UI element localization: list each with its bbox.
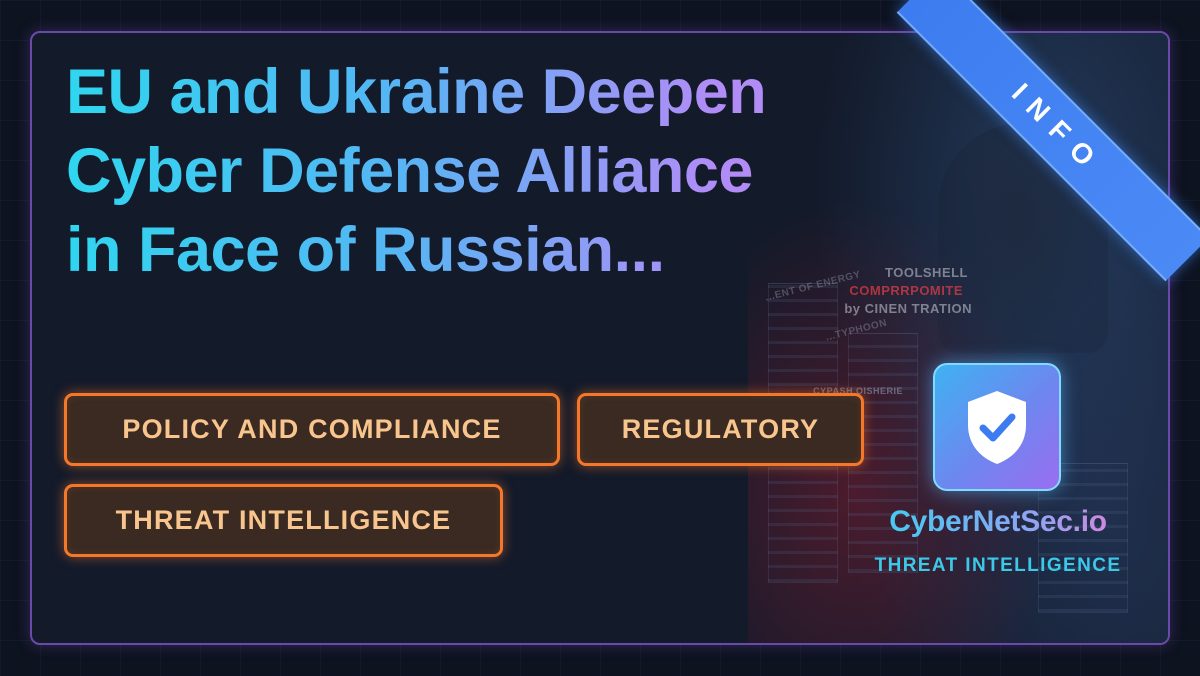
brand-tagline: THREAT INTELLIGENCE	[874, 555, 1122, 576]
brand-name[interactable]: CyberNetSec.io	[860, 505, 1136, 539]
brand-logo[interactable]	[933, 363, 1061, 491]
tag-policy-and-compliance[interactable]: POLICY AND COMPLIANCE	[64, 393, 560, 466]
page: TOOLSHELL COMPRRPOMITE by CINEN TRATION …	[0, 0, 1200, 676]
shield-check-icon	[968, 391, 1026, 464]
art-text: by CINEN TRATION	[844, 301, 972, 316]
background-illustration: TOOLSHELL COMPRRPOMITE by CINEN TRATION …	[748, 33, 1168, 643]
art-text: COMPRRPOMITE	[849, 283, 963, 298]
art-text: TOOLSHELL	[885, 265, 968, 280]
headline[interactable]: EU and Ukraine Deepen Cyber Defense Alli…	[66, 53, 786, 290]
tag-regulatory[interactable]: REGULATORY	[577, 393, 864, 466]
tag-threat-intelligence[interactable]: THREAT INTELLIGENCE	[64, 484, 503, 557]
